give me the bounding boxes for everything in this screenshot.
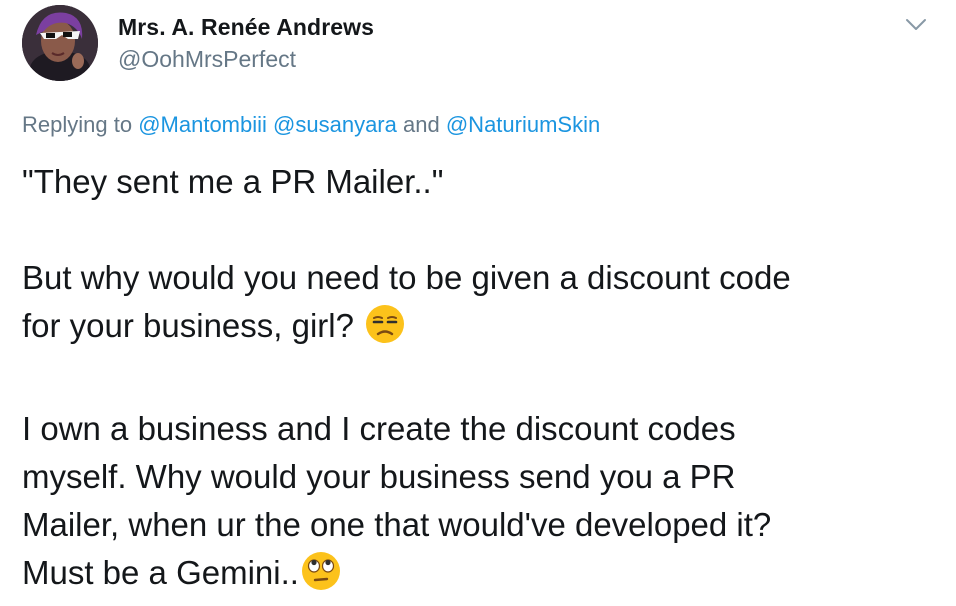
tweet-text: "They sent me a PR Mailer.." But why wou… bbox=[22, 158, 942, 604]
paragraph: I own a business and I create the discou… bbox=[22, 405, 942, 604]
unamused-face-icon bbox=[365, 304, 405, 357]
paragraph: But why would you need to be given a dis… bbox=[22, 254, 942, 357]
chevron-down-icon[interactable] bbox=[902, 14, 930, 34]
text-line: Mailer, when ur the one that would've de… bbox=[22, 506, 772, 543]
text-line: "They sent me a PR Mailer.." bbox=[22, 163, 444, 200]
author-handle[interactable]: @OohMrsPerfect bbox=[118, 46, 296, 73]
text-line: for your business, girl? bbox=[22, 302, 942, 357]
replying-to-line: Replying to @Mantombiii @susanyara and @… bbox=[22, 112, 600, 138]
mention-link[interactable]: @NaturiumSkin bbox=[446, 112, 600, 137]
eye-roll-face-icon bbox=[301, 551, 341, 604]
paragraph: "They sent me a PR Mailer.." bbox=[22, 158, 942, 206]
text-fragment: Must be a Gemini.. bbox=[22, 554, 299, 591]
tweet-card: Mrs. A. Renée Andrews @OohMrsPerfect Rep… bbox=[0, 0, 956, 606]
avatar[interactable] bbox=[22, 5, 98, 81]
text-line: Must be a Gemini.. bbox=[22, 549, 942, 604]
replying-separator: and bbox=[403, 112, 440, 137]
text-line: myself. Why would your business send you… bbox=[22, 458, 736, 495]
mention-link[interactable]: @susanyara bbox=[273, 112, 397, 137]
text-fragment: for your business, girl? bbox=[22, 307, 354, 344]
author-name[interactable]: Mrs. A. Renée Andrews bbox=[118, 14, 374, 41]
text-line: I own a business and I create the discou… bbox=[22, 410, 736, 447]
mention-link[interactable]: @Mantombiii bbox=[138, 112, 267, 137]
replying-prefix: Replying to bbox=[22, 112, 133, 137]
text-line: But why would you need to be given a dis… bbox=[22, 259, 791, 296]
